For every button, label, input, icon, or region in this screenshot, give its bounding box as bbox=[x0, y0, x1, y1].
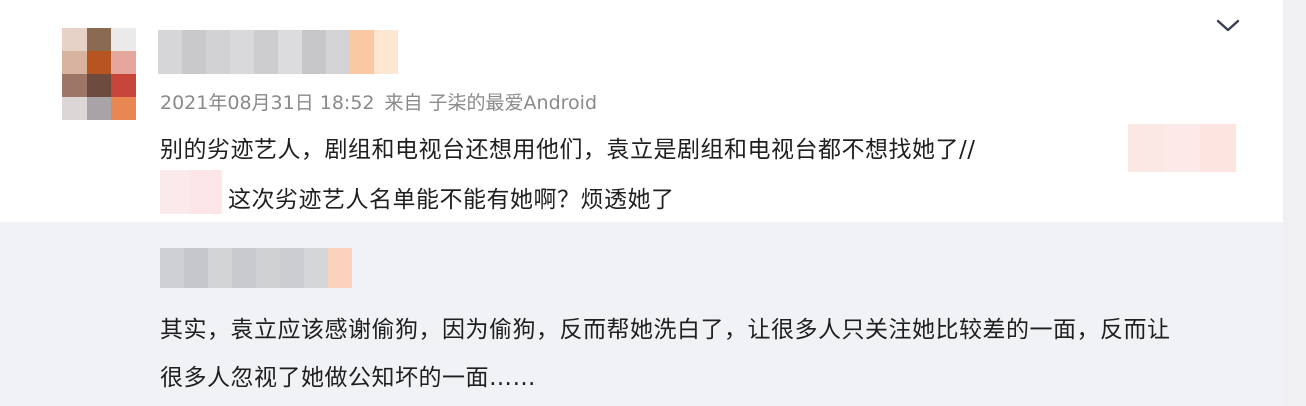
mention-blurred[interactable] bbox=[1128, 124, 1236, 172]
comment-card: 2021年08月31日 18:52 来自 子柒的最爱Android 别的劣迹艺人… bbox=[0, 0, 1283, 222]
scrollbar-track[interactable] bbox=[1283, 0, 1306, 406]
reply-text-line1: 其实，袁立应该感谢偷狗，因为偷狗，反而帮她洗白了，让很多人只关注她比较差的一面，… bbox=[160, 317, 1171, 343]
chevron-down-icon[interactable] bbox=[1215, 16, 1241, 36]
comment-text-line1: 别的劣迹艺人，剧组和电视台还想用他们，袁立是剧组和电视台都不想找她了// bbox=[160, 137, 976, 163]
weibo-comment-page: 2021年08月31日 18:52 来自 子柒的最爱Android 别的劣迹艺人… bbox=[0, 0, 1306, 406]
reply-text-line2: 很多人忽视了她做公知坏的一面…… bbox=[160, 365, 536, 391]
avatar[interactable] bbox=[62, 28, 136, 120]
comment-text-line2: 这次劣迹艺人名单能不能有她啊？烦透她了 bbox=[228, 187, 675, 213]
comment-source[interactable]: 来自 子柒的最爱Android bbox=[385, 88, 598, 115]
mention-blurred-2[interactable] bbox=[160, 170, 222, 214]
reply-card: 其实，袁立应该感谢偷狗，因为偷狗，反而帮她洗白了，让很多人只关注她比较差的一面，… bbox=[0, 222, 1283, 406]
comment-meta: 2021年08月31日 18:52 来自 子柒的最爱Android bbox=[160, 88, 597, 115]
reply-username-blurred[interactable] bbox=[160, 248, 352, 288]
comment-timestamp: 2021年08月31日 18:52 bbox=[160, 92, 375, 114]
username-blurred[interactable] bbox=[158, 30, 398, 74]
